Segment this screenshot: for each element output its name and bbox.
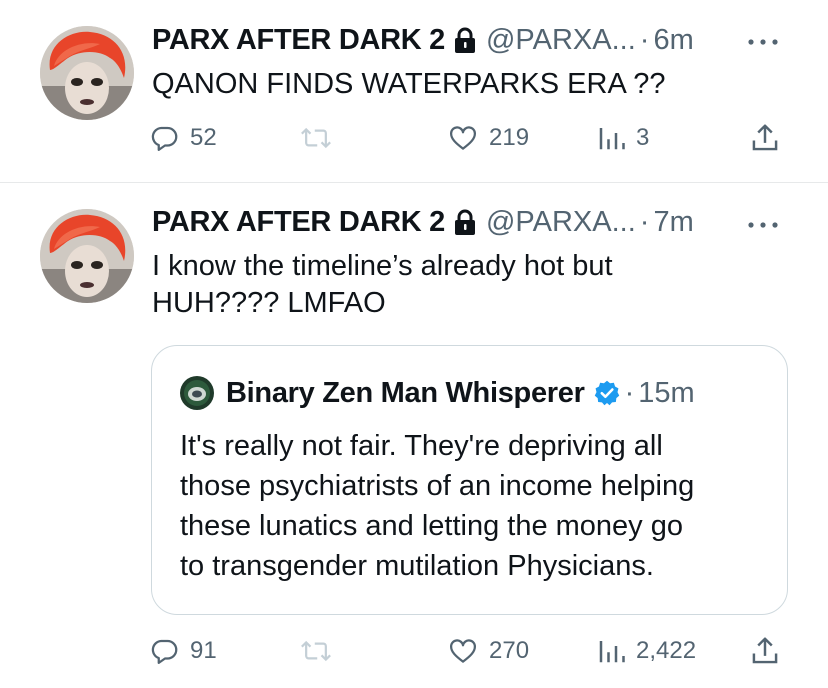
quoted-text-line: those psychiatrists of an income helping xyxy=(180,470,695,502)
tweet-text-line: HUH???? LMFAO xyxy=(152,287,386,319)
like-count: 219 xyxy=(489,124,530,151)
display-name[interactable]: PARX AFTER DARK 2 xyxy=(152,24,445,57)
views-icon xyxy=(599,128,625,150)
views-button[interactable]: 3 xyxy=(596,118,649,158)
avatar[interactable] xyxy=(40,26,134,120)
reply-count: 91 xyxy=(190,637,217,664)
tweet[interactable]: PARX AFTER DARK 2 @PARXA... · 7m I know … xyxy=(0,183,828,688)
separator-dot: · xyxy=(624,376,635,409)
views-count: 2,422 xyxy=(636,637,697,664)
more-icon[interactable] xyxy=(746,220,780,230)
share-icon xyxy=(752,124,778,151)
action-bar: 91 270 2,422 xyxy=(150,631,788,671)
quoted-tweet-header: Binary Zen Man Whisperer · 15m xyxy=(180,372,695,414)
display-name[interactable]: PARX AFTER DARK 2 xyxy=(152,206,445,239)
separator-dot: · xyxy=(639,205,650,238)
like-button[interactable]: 219 xyxy=(447,118,529,158)
reply-icon xyxy=(151,639,178,664)
timestamp[interactable]: 6m xyxy=(653,24,693,57)
handle[interactable]: @PARXA... xyxy=(486,24,636,57)
reply-count: 52 xyxy=(190,124,217,151)
like-button[interactable]: 270 xyxy=(447,631,529,671)
quoted-text-line: to transgender mutilation Physicians. xyxy=(180,550,654,582)
tweet-header: PARX AFTER DARK 2 @PARXA... · 7m xyxy=(152,202,694,242)
reply-button[interactable]: 52 xyxy=(150,118,217,158)
reply-button[interactable]: 91 xyxy=(150,631,217,671)
tweet-header: PARX AFTER DARK 2 @PARXA... · 6m xyxy=(152,20,694,60)
views-count: 3 xyxy=(636,124,650,151)
retweet-icon xyxy=(301,640,331,662)
quoted-avatar[interactable] xyxy=(180,376,214,410)
tweet-text-line: I know the timeline’s already hot but xyxy=(152,250,613,282)
like-count: 270 xyxy=(489,637,530,664)
retweet-button[interactable] xyxy=(300,631,342,671)
share-icon xyxy=(752,637,778,664)
quoted-tweet-text: It's really not fair. They're depriving … xyxy=(180,426,770,586)
share-button[interactable] xyxy=(750,631,780,671)
timestamp[interactable]: 7m xyxy=(653,206,693,239)
heart-icon xyxy=(450,639,476,663)
quoted-tweet[interactable]: Binary Zen Man Whisperer · 15m It's real… xyxy=(151,345,788,615)
quoted-timestamp[interactable]: 15m xyxy=(638,377,694,410)
lock-icon xyxy=(454,209,475,235)
tweet-text: I know the timeline’s already hot but HU… xyxy=(152,248,772,322)
share-button[interactable] xyxy=(750,118,780,158)
avatar[interactable] xyxy=(40,209,134,303)
heart-icon xyxy=(450,126,476,150)
views-icon xyxy=(599,641,625,663)
retweet-button[interactable] xyxy=(300,118,342,158)
retweet-icon xyxy=(301,127,331,149)
views-button[interactable]: 2,422 xyxy=(596,631,696,671)
reply-icon xyxy=(151,126,178,151)
quoted-display-name[interactable]: Binary Zen Man Whisperer xyxy=(226,377,585,410)
quoted-text-line: these lunatics and letting the money go xyxy=(180,510,683,542)
handle[interactable]: @PARXA... xyxy=(486,206,636,239)
verified-badge-icon xyxy=(594,380,619,406)
more-icon[interactable] xyxy=(746,37,780,47)
tweet-text: QANON FINDS WATERPARKS ERA ?? xyxy=(152,68,666,100)
action-bar: 52 219 3 xyxy=(150,118,788,158)
tweet[interactable]: PARX AFTER DARK 2 @PARXA... · 6m QANON F… xyxy=(0,0,828,183)
lock-icon xyxy=(454,27,475,53)
separator-dot: · xyxy=(639,23,650,56)
quoted-text-line: It's really not fair. They're depriving … xyxy=(180,430,663,462)
